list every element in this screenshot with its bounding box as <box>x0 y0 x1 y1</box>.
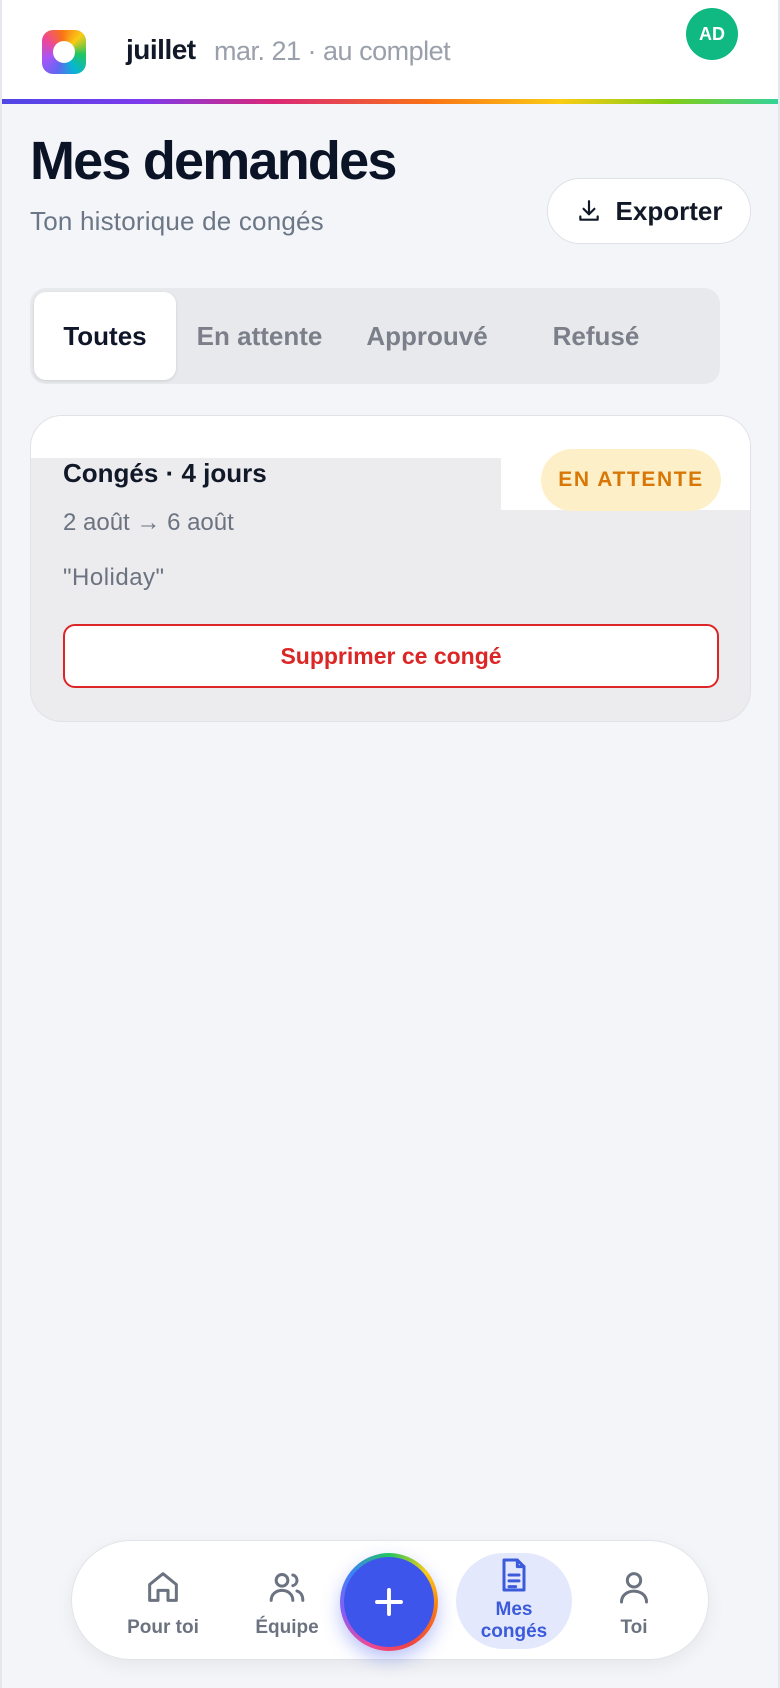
nav-item-toi[interactable]: Toi <box>579 1541 689 1661</box>
nav-label-toi: Toi <box>620 1617 648 1638</box>
status-badge: EN ATTENTE <box>541 449 721 511</box>
nav-label-pour-toi: Pour toi <box>127 1617 199 1638</box>
request-title: Congés · 4 jours <box>63 458 267 488</box>
nav-label-mes-conges: Mes congés <box>480 1599 548 1642</box>
tab-toutes[interactable]: Toutes <box>34 292 176 380</box>
tab-refuse[interactable]: Refusé <box>518 292 674 380</box>
current-month: juillet <box>126 34 196 65</box>
nav-label-equipe: Équipe <box>255 1617 319 1638</box>
request-card: Congés · 4 jours EN ATTENTE 2 août → 6 a… <box>30 415 751 722</box>
download-icon <box>578 200 599 221</box>
home-icon <box>148 1572 178 1602</box>
page-subtitle: Ton historique de congés <box>30 206 324 236</box>
plus-icon <box>375 1588 403 1616</box>
nav-item-pour-toi[interactable]: Pour toi <box>108 1541 218 1661</box>
delete-request-button[interactable]: Supprimer ce congé <box>63 624 719 688</box>
page-title: Mes demandes <box>30 131 397 191</box>
bottom-nav: Pour toi Équipe Mes congés Toi <box>71 1540 709 1660</box>
add-request-button[interactable] <box>340 1553 438 1651</box>
nav-item-mes-conges[interactable]: Mes congés <box>456 1541 572 1661</box>
app-logo-icon[interactable] <box>42 30 86 74</box>
avatar[interactable]: AD <box>686 8 738 60</box>
users-icon <box>269 1573 305 1602</box>
rainbow-divider <box>2 99 778 104</box>
export-button[interactable]: Exporter <box>547 178 751 244</box>
request-reason: "Holiday" <box>63 564 165 591</box>
request-dates: 2 août → 6 août <box>63 509 234 536</box>
tab-en-attente[interactable]: En attente <box>182 292 337 380</box>
nav-item-equipe[interactable]: Équipe <box>232 1541 342 1661</box>
app-frame <box>0 0 780 1688</box>
status-tabs: Toutes En attente Approuvé Refusé <box>30 288 720 384</box>
tab-approuve[interactable]: Approuvé <box>348 292 506 380</box>
document-icon <box>502 1558 526 1592</box>
date-status: mar. 21 · au complet <box>214 36 451 66</box>
user-icon <box>620 1572 648 1604</box>
export-label: Exporter <box>615 195 723 226</box>
